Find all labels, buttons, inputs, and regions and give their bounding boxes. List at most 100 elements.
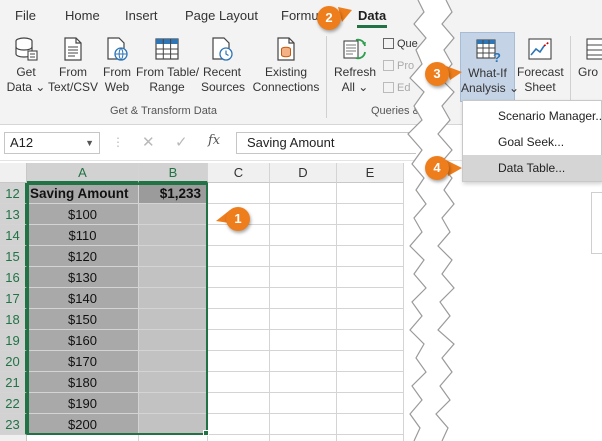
forecast-sheet-button[interactable]: Forecast Sheet	[517, 36, 564, 95]
menu-item-scenario-manager[interactable]: Scenario Manager...	[463, 103, 602, 129]
cell-e23[interactable]	[337, 414, 404, 435]
cell-a22[interactable]: $190	[27, 393, 139, 414]
cell-a12[interactable]: Saving Amount	[27, 183, 139, 204]
tab-home[interactable]: Home	[65, 8, 100, 23]
cell-a18[interactable]: $150	[27, 309, 139, 330]
group-button[interactable]: Gro	[578, 36, 602, 80]
cell-a24[interactable]	[27, 435, 139, 441]
cell-d20[interactable]	[270, 351, 337, 372]
cell-e17[interactable]	[337, 288, 404, 309]
insert-function-icon[interactable]: fx	[208, 133, 220, 148]
properties-item[interactable]: Pro	[383, 60, 414, 72]
cell-b22[interactable]	[139, 393, 208, 414]
cell-d17[interactable]	[270, 288, 337, 309]
cell-a19[interactable]: $160	[27, 330, 139, 351]
cell-d18[interactable]	[270, 309, 337, 330]
cell-d13[interactable]	[270, 204, 337, 225]
cell-b18[interactable]	[139, 309, 208, 330]
from-table-range-button[interactable]: From Table/ Range	[136, 36, 199, 95]
cell-b17[interactable]	[139, 288, 208, 309]
cell-a15[interactable]: $120	[27, 246, 139, 267]
fill-handle[interactable]	[203, 430, 209, 436]
refresh-all-button[interactable]: Refresh All ⌄	[334, 36, 376, 95]
cell-e24[interactable]	[337, 435, 404, 441]
cell-b14[interactable]	[139, 225, 208, 246]
cell-d16[interactable]	[270, 267, 337, 288]
row-header[interactable]: 13	[0, 204, 27, 225]
cell-e22[interactable]	[337, 393, 404, 414]
cell-b20[interactable]	[139, 351, 208, 372]
cell-c20[interactable]	[208, 351, 270, 372]
column-header-b[interactable]: B	[139, 163, 208, 183]
recent-sources-button[interactable]: Recent Sources	[201, 36, 245, 95]
enter-check-icon[interactable]: ✓	[175, 133, 188, 151]
column-header-e[interactable]: E	[337, 163, 404, 183]
cell-e15[interactable]	[337, 246, 404, 267]
cell-c17[interactable]	[208, 288, 270, 309]
row-header[interactable]: 22	[0, 393, 27, 414]
cell-d15[interactable]	[270, 246, 337, 267]
what-if-analysis-button[interactable]: ? What-If Analysis ⌄	[460, 32, 519, 102]
cell-a14[interactable]: $110	[27, 225, 139, 246]
existing-connections-button[interactable]: Existing Connections	[252, 36, 320, 95]
from-web-button[interactable]: From Web	[100, 36, 134, 95]
cell-e19[interactable]	[337, 330, 404, 351]
row-header[interactable]: 12	[0, 183, 27, 204]
cell-b12[interactable]: $1,233	[139, 183, 208, 204]
cell-c19[interactable]	[208, 330, 270, 351]
cell-c18[interactable]	[208, 309, 270, 330]
row-header[interactable]: 18	[0, 309, 27, 330]
cell-b15[interactable]	[139, 246, 208, 267]
cell-b21[interactable]	[139, 372, 208, 393]
tab-page-layout[interactable]: Page Layout	[185, 8, 258, 23]
get-data-button[interactable]: Get Data ⌄	[6, 36, 46, 95]
cell-e14[interactable]	[337, 225, 404, 246]
column-header-c[interactable]: C	[208, 163, 270, 183]
cell-b13[interactable]	[139, 204, 208, 225]
cell-e21[interactable]	[337, 372, 404, 393]
cell-c23[interactable]	[208, 414, 270, 435]
tab-data[interactable]: Data	[358, 8, 386, 23]
cell-b16[interactable]	[139, 267, 208, 288]
cell-c12[interactable]	[208, 183, 270, 204]
menu-item-data-table[interactable]: Data Table...	[463, 155, 602, 181]
cell-d12[interactable]	[270, 183, 337, 204]
cell-c21[interactable]	[208, 372, 270, 393]
select-all-corner[interactable]	[0, 163, 27, 183]
row-header[interactable]: 16	[0, 267, 27, 288]
tab-file[interactable]: File	[15, 8, 36, 23]
formula-input[interactable]: Saving Amount	[236, 132, 416, 154]
cell-e20[interactable]	[337, 351, 404, 372]
cell-a23[interactable]: $200	[27, 414, 139, 435]
row-header[interactable]: 21	[0, 372, 27, 393]
cell-d22[interactable]	[270, 393, 337, 414]
cell-c16[interactable]	[208, 267, 270, 288]
row-header[interactable]: 24	[0, 435, 27, 441]
cell-e16[interactable]	[337, 267, 404, 288]
cell-b23[interactable]	[139, 414, 208, 435]
column-header-a[interactable]: A	[27, 163, 139, 183]
row-header[interactable]: 15	[0, 246, 27, 267]
queries-connections-item[interactable]: Que	[383, 38, 418, 50]
cell-e18[interactable]	[337, 309, 404, 330]
name-box[interactable]: A12 ▼	[4, 132, 100, 154]
cancel-icon[interactable]: ✕	[142, 133, 155, 151]
cell-e13[interactable]	[337, 204, 404, 225]
chevron-down-icon[interactable]: ▼	[85, 133, 94, 153]
row-header[interactable]: 20	[0, 351, 27, 372]
column-header-d[interactable]: D	[270, 163, 337, 183]
cell-d24[interactable]	[270, 435, 337, 441]
row-header[interactable]: 17	[0, 288, 27, 309]
edit-links-item[interactable]: Ed	[383, 82, 410, 94]
row-header[interactable]: 23	[0, 414, 27, 435]
from-text-csv-button[interactable]: From Text/CSV	[48, 36, 98, 95]
row-header[interactable]: 14	[0, 225, 27, 246]
cell-a17[interactable]: $140	[27, 288, 139, 309]
cell-a20[interactable]: $170	[27, 351, 139, 372]
cell-d21[interactable]	[270, 372, 337, 393]
cell-d14[interactable]	[270, 225, 337, 246]
tab-formulas[interactable]: Formu	[281, 8, 319, 23]
cell-a16[interactable]: $130	[27, 267, 139, 288]
cell-c24[interactable]	[208, 435, 270, 441]
cell-b24[interactable]	[139, 435, 208, 441]
